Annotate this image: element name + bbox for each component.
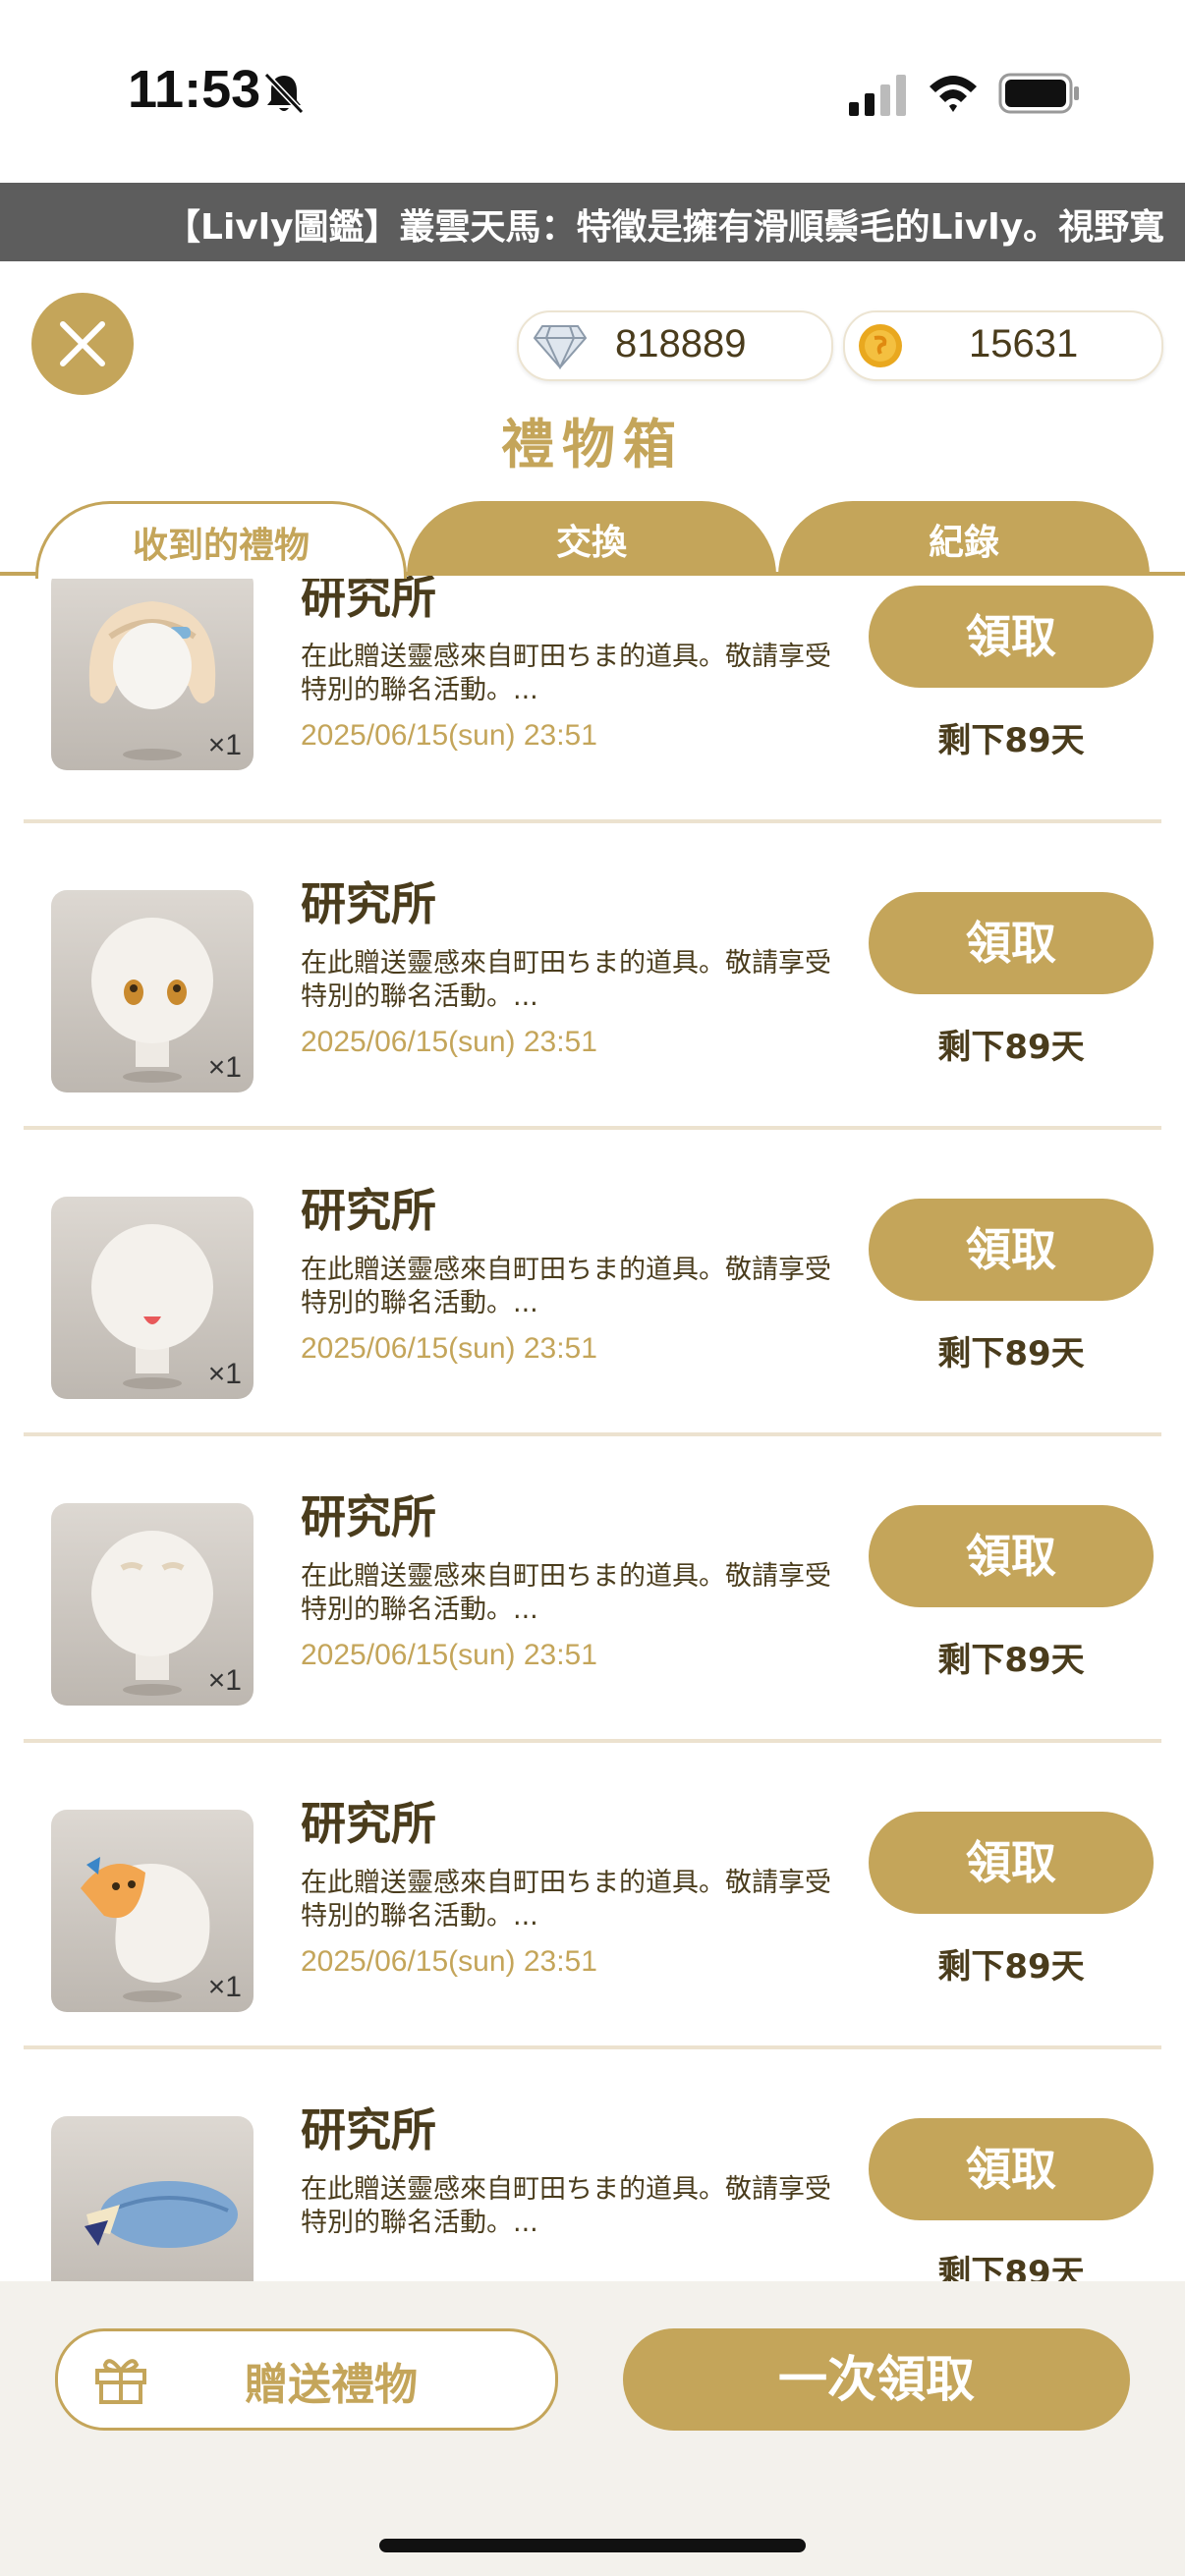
page-title: 禮物箱: [501, 414, 684, 476]
gift-date: 2025/06/15(sun) 23:51: [301, 719, 597, 752]
gift-row: ×1 研究所 在此贈送靈感來自町田ちま的道具。敬請享受特別的聯名活動。... 2…: [0, 1169, 1185, 1476]
gift-sender: 研究所: [301, 1797, 436, 1850]
claim-button[interactable]: 領取: [869, 2118, 1154, 2220]
row-divider: [24, 2045, 1161, 2049]
close-icon: [60, 321, 105, 366]
gift-box-icon: [95, 2359, 146, 2404]
tab-record[interactable]: 紀錄: [778, 501, 1150, 576]
gift-sender: 研究所: [301, 877, 436, 930]
gift-list[interactable]: ×1 研究所 在此贈送靈感來自町田ちま的道具。敬請享受特別的聯名活動。... 2…: [0, 576, 1185, 2281]
coin-icon: [859, 324, 902, 367]
item-thumbnail: ×1: [51, 576, 254, 770]
gift-date: 2025/06/15(sun) 23:51: [301, 1945, 597, 1978]
tab-received[interactable]: 收到的禮物: [35, 501, 407, 579]
wifi-icon: [930, 76, 977, 112]
row-divider: [24, 819, 1161, 823]
gift-sender: 研究所: [301, 1490, 436, 1543]
row-divider: [24, 1739, 1161, 1743]
signal-icon: [849, 75, 906, 116]
gem-count: 818889: [615, 322, 747, 365]
row-divider: [24, 1126, 1161, 1130]
claim-button[interactable]: 領取: [869, 892, 1154, 994]
bell-muted-icon: [263, 72, 305, 115]
gift-description: 在此贈送靈感來自町田ちま的道具。敬請享受特別的聯名活動。...: [301, 1561, 831, 1625]
days-remaining: 剩下89天: [937, 1641, 1085, 1680]
home-indicator[interactable]: [379, 2539, 806, 2552]
gift-date: 2025/06/15(sun) 23:51: [301, 1026, 597, 1058]
send-gift-button[interactable]: 贈送禮物: [55, 2328, 558, 2431]
days-remaining: 剩下89天: [937, 1947, 1085, 1987]
gift-row: 研究所 在此贈送靈感來自町田ちま的道具。敬請享受特別的聯名活動。... 領取 剩…: [0, 2089, 1185, 2281]
gift-row: ×1 研究所 在此贈送靈感來自町田ちま的道具。敬請享受特別的聯名活動。... 2…: [0, 1782, 1185, 2089]
item-thumbnail: ×1: [51, 1810, 254, 2012]
tab-exchange[interactable]: 交換: [407, 501, 776, 576]
gift-sender: 研究所: [301, 2103, 436, 2156]
ticker-text: 【Livly圖鑑】叢雲天馬：特徵是擁有滑順鬃毛的Livly。視野寬: [165, 207, 1165, 248]
coin-count: 15631: [969, 322, 1079, 365]
news-ticker[interactable]: 【Livly圖鑑】叢雲天馬：特徵是擁有滑順鬃毛的Livly。視野寬: [0, 183, 1185, 261]
row-divider: [24, 1432, 1161, 1436]
close-button[interactable]: [31, 293, 134, 395]
claim-button[interactable]: 領取: [869, 586, 1154, 688]
status-time: 11:53: [128, 60, 261, 119]
item-thumbnail: ×1: [51, 890, 254, 1092]
claim-button[interactable]: 領取: [869, 1199, 1154, 1301]
item-quantity: ×1: [207, 1051, 242, 1084]
days-remaining: 剩下89天: [937, 1028, 1085, 1067]
claim-button[interactable]: 領取: [869, 1505, 1154, 1607]
days-remaining: 剩下89天: [937, 721, 1085, 760]
gem-balance: 818889: [517, 310, 833, 381]
gift-date: 2025/06/15(sun) 23:51: [301, 1332, 597, 1365]
days-remaining: 剩下89天: [937, 1334, 1085, 1373]
item-thumbnail: ×1: [51, 1197, 254, 1399]
days-remaining: 剩下89天: [937, 2254, 1085, 2281]
gift-row: ×1 研究所 在此贈送靈感來自町田ちま的道具。敬請享受特別的聯名活動。... 2…: [0, 1476, 1185, 1782]
gift-description: 在此贈送靈感來自町田ちま的道具。敬請享受特別的聯名活動。...: [301, 948, 831, 1012]
gift-description: 在此贈送靈感來自町田ちま的道具。敬請享受特別的聯名活動。...: [301, 1868, 831, 1932]
item-thumbnail: [51, 2116, 254, 2281]
claim-all-button[interactable]: 一次領取: [623, 2328, 1130, 2431]
gift-description: 在此贈送靈感來自町田ちま的道具。敬請享受特別的聯名活動。...: [301, 2174, 831, 2238]
gift-sender: 研究所: [301, 1184, 436, 1237]
coin-balance: 15631: [843, 310, 1163, 381]
gift-row: ×1 研究所 在此贈送靈感來自町田ちま的道具。敬請享受特別的聯名活動。... 2…: [0, 863, 1185, 1169]
item-quantity: ×1: [207, 1358, 242, 1390]
gift-date: 2025/06/15(sun) 23:51: [301, 1639, 597, 1671]
item-thumbnail: ×1: [51, 1503, 254, 1706]
beret-icon: [85, 2181, 238, 2248]
battery-icon: [998, 73, 1079, 114]
gift-row: ×1 研究所 在此贈送靈感來自町田ちま的道具。敬請享受特別的聯名活動。... 2…: [0, 576, 1185, 863]
gift-description: 在此贈送靈感來自町田ちま的道具。敬請享受特別的聯名活動。...: [301, 642, 831, 705]
item-quantity: ×1: [207, 729, 242, 761]
item-quantity: ×1: [207, 1971, 242, 2003]
send-gift-label: 贈送禮物: [245, 2360, 418, 2410]
claim-button[interactable]: 領取: [869, 1812, 1154, 1914]
gift-description: 在此贈送靈感來自町田ちま的道具。敬請享受特別的聯名活動。...: [301, 1255, 831, 1318]
item-quantity: ×1: [207, 1664, 242, 1697]
diamond-icon: [533, 325, 588, 369]
gift-sender: 研究所: [301, 576, 436, 624]
